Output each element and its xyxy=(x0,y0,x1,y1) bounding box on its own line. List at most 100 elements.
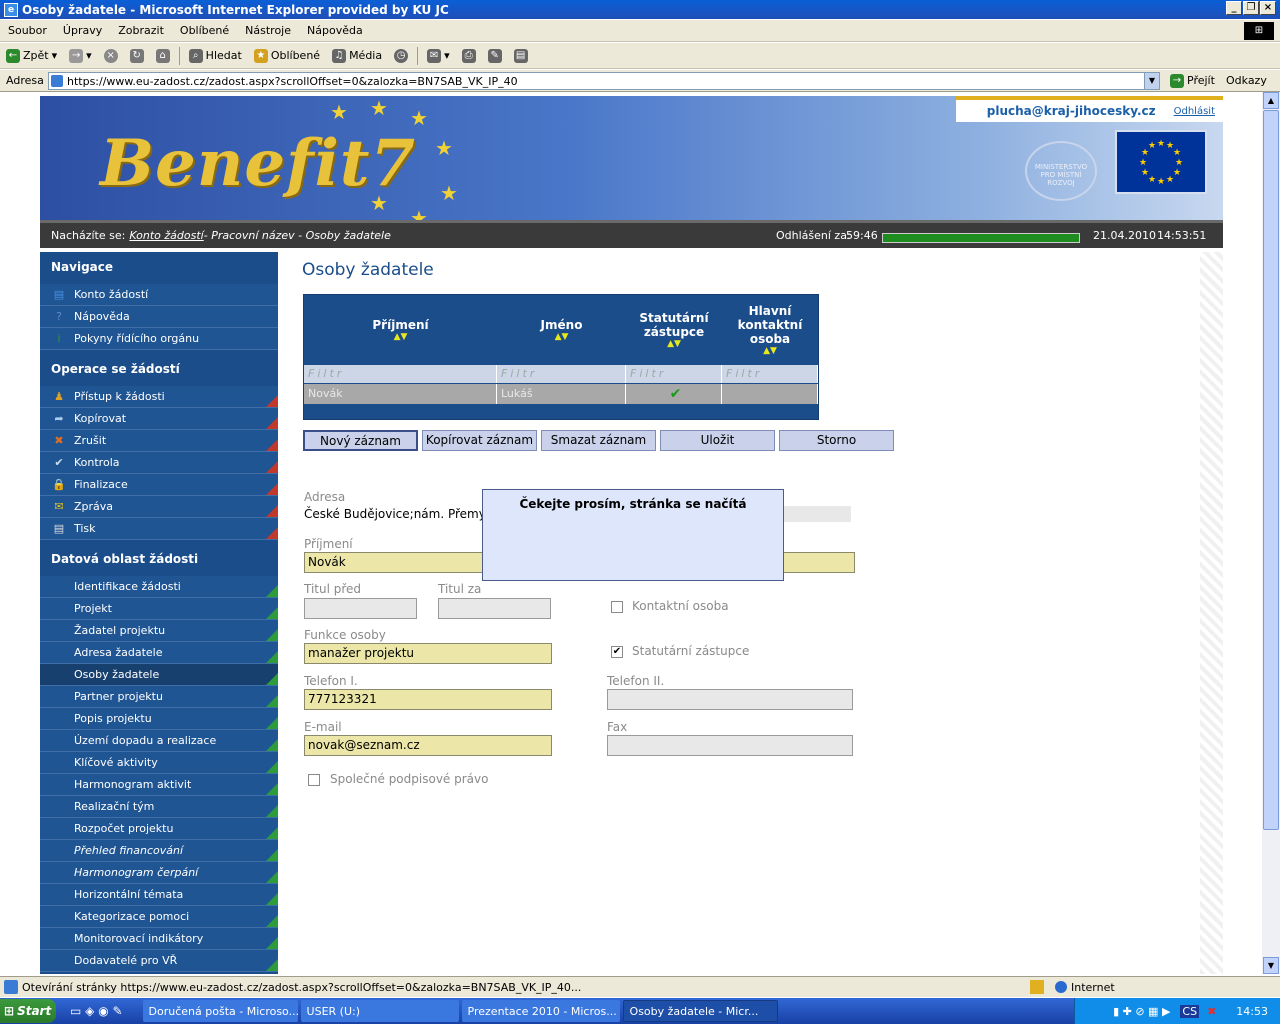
menu-item-3[interactable]: Oblíbené xyxy=(172,24,237,37)
sidebar-item[interactable]: i Pokyny řídícího orgánu xyxy=(40,328,278,350)
search-button[interactable]: ⌕ Hledat xyxy=(183,48,248,63)
menu-item-4[interactable]: Nástroje xyxy=(237,24,299,37)
tray-icons[interactable]: ▮ ✚ ⊘ ▦ ▶ xyxy=(1113,1005,1170,1018)
menu-item-5[interactable]: Nápověda xyxy=(299,24,371,37)
discuss-button[interactable]: ▤ xyxy=(508,48,534,63)
column-header-jmeno[interactable]: Jméno ▲▼ xyxy=(497,295,626,365)
menu-item-2[interactable]: Zobrazit xyxy=(110,24,172,37)
sidebar-item[interactable]: Popis projektu xyxy=(40,708,278,730)
column-header-hlavni[interactable]: Hlavní kontaktní osoba ▲▼ xyxy=(722,295,818,365)
fax-input[interactable] xyxy=(607,735,853,756)
refresh-button[interactable]: ↻ xyxy=(124,48,150,63)
sidebar-item[interactable]: Přehled financování xyxy=(40,840,278,862)
new-record-button[interactable]: Nový záznam xyxy=(303,430,418,451)
vertical-scrollbar[interactable]: ▲ ▼ xyxy=(1262,92,1280,974)
sidebar-item[interactable]: Horizontální témata xyxy=(40,884,278,906)
check-icon[interactable]: ✔ xyxy=(626,384,722,404)
links-button[interactable]: Odkazy xyxy=(1226,74,1267,87)
copy-record-button[interactable]: Kopírovat záznam xyxy=(422,430,537,451)
menu-item-0[interactable]: Soubor xyxy=(0,24,55,37)
address-dropdown-button[interactable]: ▼ xyxy=(1144,72,1160,90)
sidebar-item[interactable]: Harmonogram aktivit xyxy=(40,774,278,796)
column-header-statutarni[interactable]: Statutární zástupce ▲▼ xyxy=(626,295,722,365)
sort-arrows-icon[interactable]: ▲▼ xyxy=(763,346,777,356)
cancel-button[interactable]: Storno xyxy=(779,430,894,451)
history-button[interactable]: ◷ xyxy=(388,48,414,63)
telefon1-input[interactable]: 777123321 xyxy=(304,689,552,710)
sidebar-item[interactable]: Adresa žadatele xyxy=(40,642,278,664)
taskbar-item-user-drive[interactable]: USER (U:) xyxy=(300,1000,459,1022)
sidebar-item[interactable]: ➦ Kopírovat xyxy=(40,408,278,430)
sidebar-item[interactable]: Dodavatelé pro VŘ xyxy=(40,950,278,972)
table-cell-prijmeni[interactable]: Novák xyxy=(304,384,497,404)
minimize-button[interactable]: _ xyxy=(1226,1,1242,15)
sidebar-item[interactable]: ✉ Zpráva xyxy=(40,496,278,518)
taskbar-item-mail[interactable]: Doručená pošta - Microso... xyxy=(142,1000,298,1022)
close-button[interactable]: × xyxy=(1260,1,1276,15)
user-email[interactable]: plucha@kraj-jihocesky.cz xyxy=(987,104,1156,118)
go-button[interactable]: → Přejít xyxy=(1170,73,1215,88)
logout-link[interactable]: Odhlásit xyxy=(1174,106,1215,117)
sort-arrows-icon[interactable]: ▲▼ xyxy=(667,339,681,349)
sidebar-item[interactable]: ▤ Konto žádostí xyxy=(40,284,278,306)
sidebar-item[interactable]: Monitorovací indikátory xyxy=(40,928,278,950)
taskbar-item-presentation[interactable]: Prezentace 2010 - Micros... xyxy=(461,1000,620,1022)
print-button[interactable]: ⎙ xyxy=(456,48,482,63)
table-cell-jmeno[interactable]: Lukáš xyxy=(497,384,626,404)
home-button[interactable]: ⌂ xyxy=(150,48,176,63)
alert-icon[interactable]: ✖ xyxy=(1207,1005,1216,1018)
table-cell-hlavni[interactable] xyxy=(722,384,818,404)
scroll-down-button[interactable]: ▼ xyxy=(1263,957,1279,974)
restore-button[interactable]: ❐ xyxy=(1243,1,1259,15)
column-header-prijmeni[interactable]: Příjmení ▲▼ xyxy=(304,295,497,365)
language-indicator[interactable]: CS xyxy=(1180,1004,1200,1018)
save-button[interactable]: Uložit xyxy=(660,430,775,451)
sidebar-item[interactable]: Klíčové aktivity xyxy=(40,752,278,774)
sidebar-item[interactable]: 🔒 Finalizace xyxy=(40,474,278,496)
media-button[interactable]: ♫ Média xyxy=(326,48,388,63)
scroll-up-button[interactable]: ▲ xyxy=(1263,92,1279,109)
sidebar-item[interactable]: Harmonogram čerpání xyxy=(40,862,278,884)
titul-za-input[interactable] xyxy=(438,598,551,619)
telefon2-input[interactable] xyxy=(607,689,853,710)
scroll-thumb[interactable] xyxy=(1263,110,1279,830)
edit-button[interactable]: ✎ xyxy=(482,48,508,63)
email-input[interactable]: novak@seznam.cz xyxy=(304,735,552,756)
menu-item-1[interactable]: Úpravy xyxy=(55,24,110,37)
sidebar-item[interactable]: ✔ Kontrola xyxy=(40,452,278,474)
kontaktni-checkbox[interactable] xyxy=(611,601,623,613)
statutarni-checkbox[interactable]: ✔ xyxy=(611,646,623,658)
sidebar-item[interactable]: ? Nápověda xyxy=(40,306,278,328)
stop-button[interactable]: × xyxy=(98,48,124,63)
taskbar-item-ie[interactable]: Osoby žadatele - Micr... xyxy=(622,1000,778,1022)
sidebar-item[interactable]: ♟ Přístup k žádosti xyxy=(40,386,278,408)
delete-record-button[interactable]: Smazat záznam xyxy=(541,430,656,451)
breadcrumb-link-konto[interactable]: Konto žádostí xyxy=(129,229,203,242)
sidebar-item[interactable]: Identifikace žádosti xyxy=(40,576,278,598)
filter-statutarni[interactable]: Filtr xyxy=(626,365,722,383)
mail-button[interactable]: ✉ ▾ xyxy=(421,48,456,63)
back-button[interactable]: ← Zpět ▾ xyxy=(0,48,63,63)
quicklaunch-icons[interactable]: ▭ ◈ ◉ ✎ xyxy=(70,1004,123,1018)
funkce-input[interactable]: manažer projektu xyxy=(304,643,552,664)
sidebar-item[interactable]: Rozpočet projektu xyxy=(40,818,278,840)
podpis-checkbox[interactable] xyxy=(308,774,320,786)
start-button[interactable]: ⊞ Start xyxy=(0,999,56,1023)
sidebar-item[interactable]: ▤ Tisk xyxy=(40,518,278,540)
filter-hlavni[interactable]: Filtr xyxy=(722,365,818,383)
favorites-button[interactable]: ★ Oblíbené xyxy=(248,48,326,63)
forward-button[interactable]: → ▾ xyxy=(63,48,98,63)
sidebar-item[interactable]: Kategorizace pomoci xyxy=(40,906,278,928)
sidebar-item[interactable]: Žadatel projektu xyxy=(40,620,278,642)
sort-arrows-icon[interactable]: ▲▼ xyxy=(394,332,408,342)
sort-arrows-icon[interactable]: ▲▼ xyxy=(555,332,569,342)
address-input[interactable]: https://www.eu-zadost.cz/zadost.aspx?scr… xyxy=(48,72,1160,90)
sidebar-item[interactable]: Partner projektu xyxy=(40,686,278,708)
sidebar-item[interactable]: Území dopadu a realizace xyxy=(40,730,278,752)
titul-pred-input[interactable] xyxy=(304,598,417,619)
sidebar-item[interactable]: Realizační tým xyxy=(40,796,278,818)
sidebar-item[interactable]: ✖ Zrušit xyxy=(40,430,278,452)
filter-jmeno[interactable]: Filtr xyxy=(497,365,626,383)
filter-prijmeni[interactable]: Filtr xyxy=(304,365,497,383)
sidebar-item[interactable]: Projekt xyxy=(40,598,278,620)
